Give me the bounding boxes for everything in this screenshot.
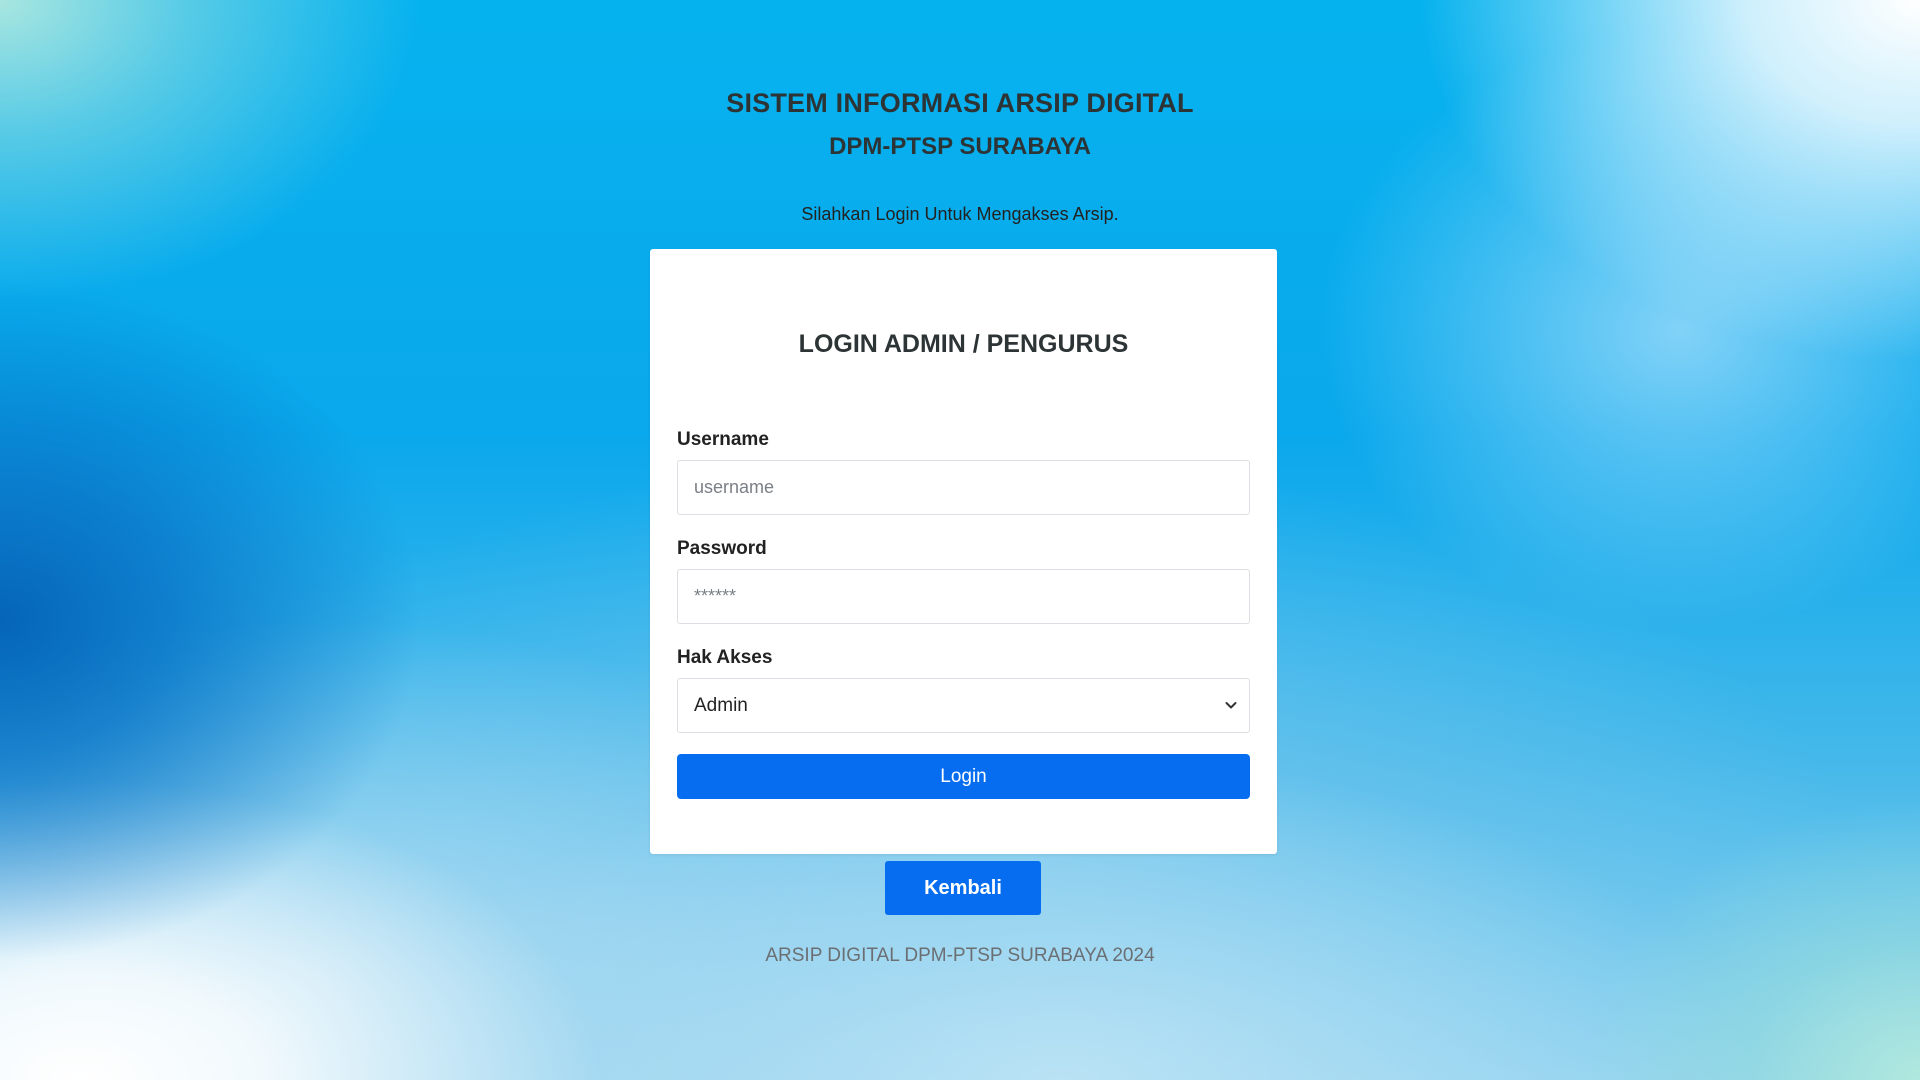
chevron-down-icon <box>1225 702 1237 709</box>
footer-text: ARSIP DIGITAL DPM-PTSP SURABAYA 2024 <box>765 945 1155 966</box>
password-input[interactable] <box>677 569 1250 624</box>
login-button[interactable]: Login <box>677 754 1250 799</box>
username-input[interactable] <box>677 460 1250 515</box>
password-label: Password <box>677 538 767 559</box>
page-subtitle: DPM-PTSP SURABAYA <box>829 133 1091 160</box>
access-select[interactable]: Admin <box>677 678 1250 733</box>
login-card-title: LOGIN ADMIN / PENGURUS <box>798 330 1129 358</box>
page-title: SISTEM INFORMASI ARSIP DIGITAL <box>726 88 1194 118</box>
login-card: LOGIN ADMIN / PENGURUS Username Password… <box>650 249 1277 854</box>
back-button[interactable]: Kembali <box>885 861 1041 915</box>
username-label: Username <box>677 429 769 450</box>
access-label: Hak Akses <box>677 647 773 668</box>
login-instruction: Silahkan Login Untuk Mengakses Arsip. <box>801 204 1119 224</box>
login-page: SISTEM INFORMASI ARSIP DIGITAL DPM-PTSP … <box>0 0 1920 1080</box>
access-select-value: Admin <box>694 695 748 716</box>
